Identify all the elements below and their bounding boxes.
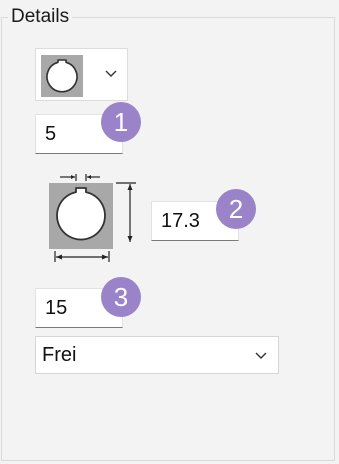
step-badge-1: 1 [101,102,141,142]
group-title: Details [8,5,73,29]
chevron-down-icon [255,352,267,359]
keyway-dimension-diagram [42,168,142,268]
fit-type-value: Frei [42,344,77,366]
details-panel: Details 5 1 17.3 2 15 3 Frei [0,0,339,464]
chevron-down-icon [105,70,117,77]
circle-with-keyway-icon [41,55,83,97]
shape-selector[interactable] [35,48,128,101]
step-badge-3: 3 [101,277,141,317]
step-badge-2: 2 [216,189,256,229]
fit-type-dropdown[interactable]: Frei [35,336,279,374]
